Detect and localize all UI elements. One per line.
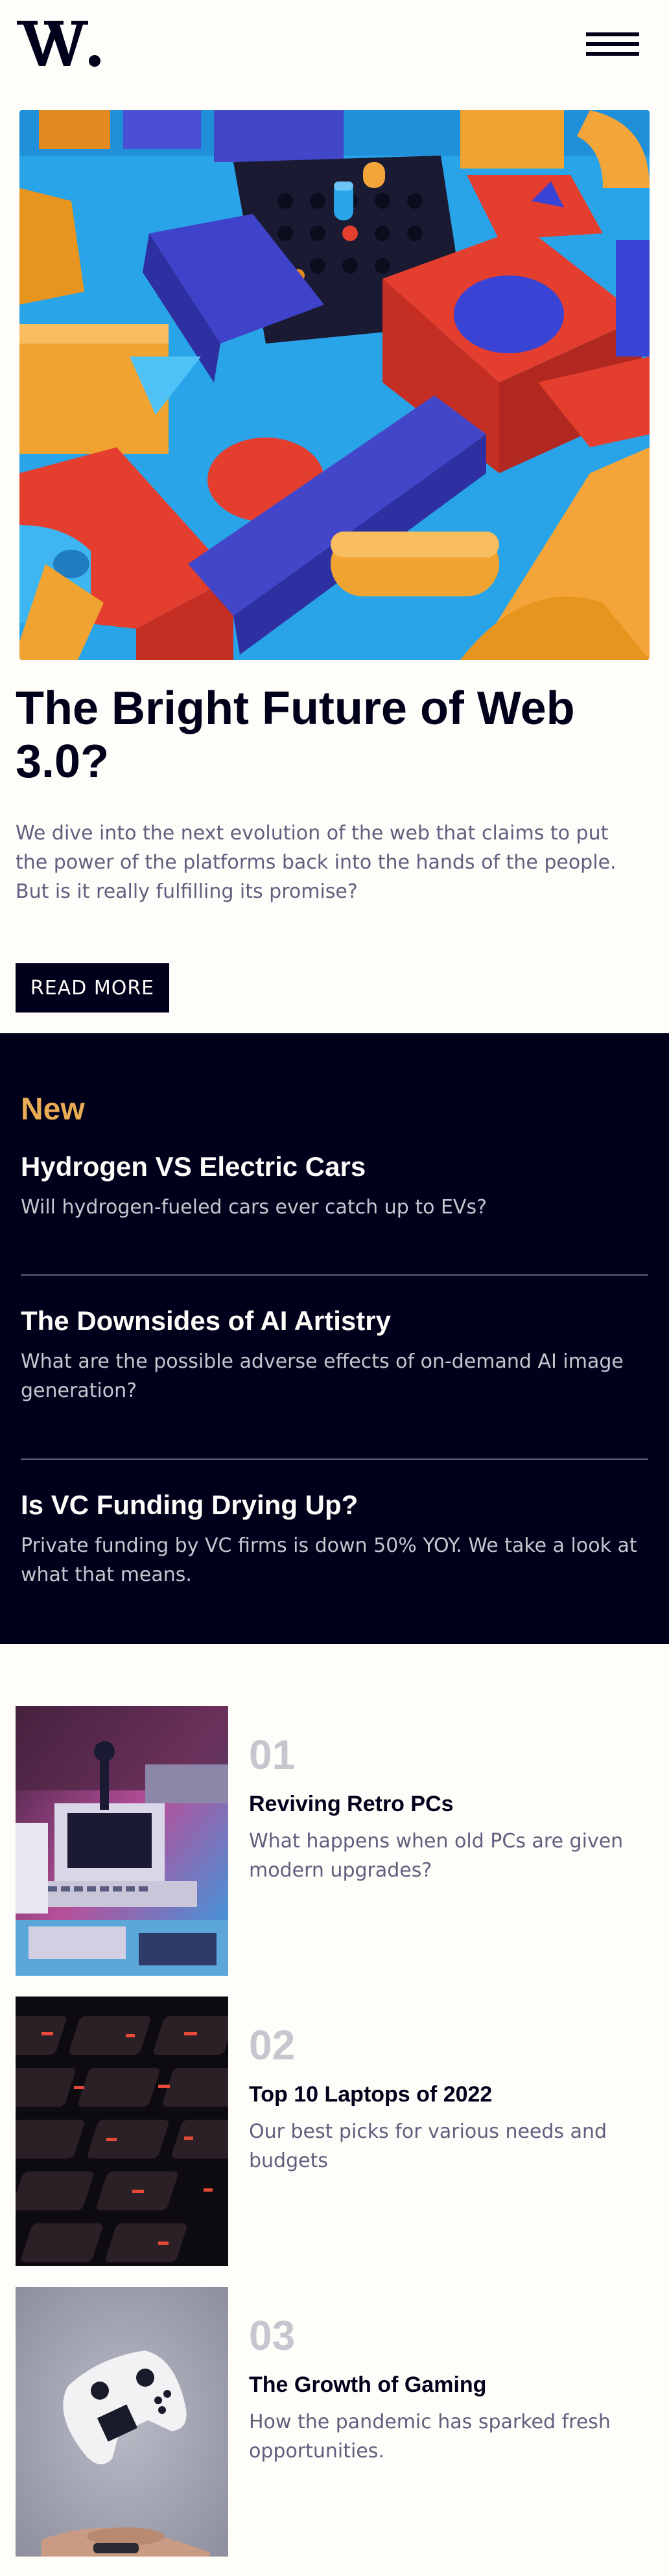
article-title[interactable]: The Growth of Gaming (249, 2371, 638, 2398)
article-description: How the pandemic has sparked fresh oppor… (249, 2411, 611, 2463)
article-number: 01 (249, 1731, 296, 1778)
article-title[interactable]: Top 10 Laptops of 2022 (249, 2081, 638, 2108)
article-description: Our best picks for various needs and bud… (249, 2120, 607, 2172)
new-item-description: What are the possible adverse effects of… (21, 1350, 624, 1402)
new-item-title[interactable]: The Downsides of AI Artistry (21, 1304, 648, 1338)
divider (21, 1458, 648, 1460)
new-section-heading: New (21, 1092, 85, 1127)
article-card: 02 Top 10 Laptops of 2022 Our best picks… (16, 1996, 653, 2266)
new-item-description: Will hydrogen-fueled cars ever catch up … (21, 1196, 487, 1219)
site-header (0, 0, 669, 97)
new-item: Hydrogen VS Electric Cars Will hydrogen-… (21, 1150, 648, 1222)
hamburger-menu-icon[interactable] (586, 32, 639, 56)
read-more-button[interactable]: READ MORE (16, 963, 169, 1013)
w-logo[interactable] (16, 17, 101, 69)
laptop-keyboard-image[interactable] (16, 1996, 228, 2266)
new-item: Is VC Funding Drying Up? Private funding… (21, 1488, 648, 1589)
new-item-title[interactable]: Is VC Funding Drying Up? (21, 1488, 648, 1522)
new-item: The Downsides of AI Artistry What are th… (21, 1304, 648, 1405)
article-card: 01 Reviving Retro PCs What happens when … (16, 1706, 653, 1976)
divider (21, 1274, 648, 1276)
retro-pc-image[interactable] (16, 1706, 228, 1976)
game-controller-image[interactable] (16, 2287, 228, 2557)
article-card: 03 The Growth of Gaming How the pandemic… (16, 2287, 653, 2557)
new-item-description: Private funding by VC firms is down 50% … (21, 1534, 637, 1586)
hero-title: The Bright Future of Web 3.0? (16, 683, 575, 788)
hero-description: We dive into the next evolution of the w… (16, 822, 616, 903)
new-section: New Hydrogen VS Electric Cars Will hydro… (0, 1033, 669, 1644)
article-title[interactable]: Reviving Retro PCs (249, 1790, 638, 1818)
article-description: What happens when old PCs are given mode… (249, 1830, 624, 1882)
new-item-title[interactable]: Hydrogen VS Electric Cars (21, 1150, 648, 1184)
article-number: 03 (249, 2312, 296, 2359)
article-number: 02 (249, 2022, 296, 2068)
hero-image (19, 110, 650, 660)
